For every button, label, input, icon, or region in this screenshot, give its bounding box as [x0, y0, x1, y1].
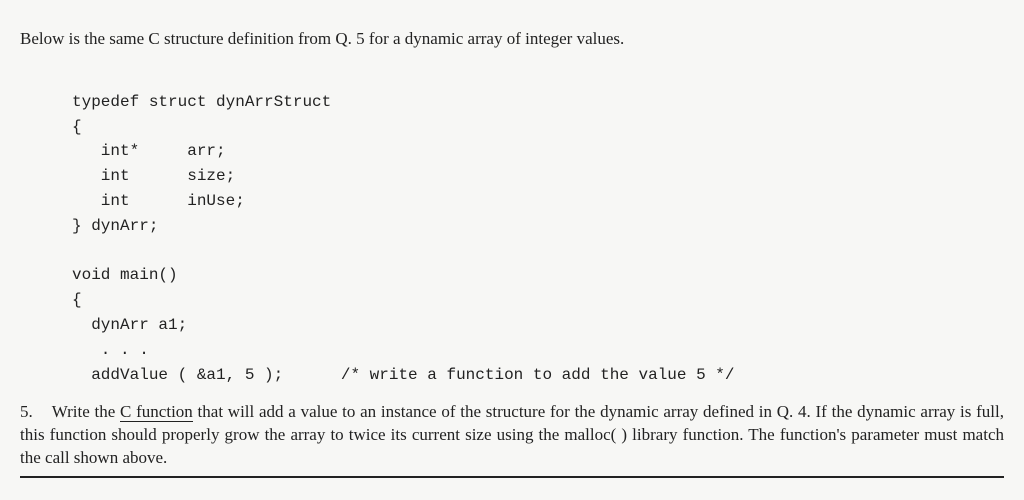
code-comment: /* write a function to add the value 5 *… — [283, 366, 734, 384]
code-line: dynArr a1; — [72, 316, 187, 334]
code-line: } dynArr; — [72, 217, 158, 235]
code-line: int size; — [72, 167, 235, 185]
question-block: 5. Write the C function that will add a … — [20, 401, 1004, 478]
code-line: void main() — [72, 266, 178, 284]
code-line: int* arr; — [72, 142, 226, 160]
code-line: typedef struct dynArrStruct — [72, 93, 331, 111]
question-underlined: C function — [120, 402, 193, 422]
code-line: . . . — [72, 341, 149, 359]
code-line: { — [72, 291, 82, 309]
code-block: typedef struct dynArrStruct { int* arr; … — [72, 65, 1004, 387]
question-text-1: Write the — [52, 402, 120, 421]
question-number: 5. — [20, 402, 33, 421]
intro-text: Below is the same C structure definition… — [20, 28, 1004, 51]
code-line: int inUse; — [72, 192, 245, 210]
code-line: { — [72, 118, 82, 136]
code-line: addValue ( &a1, 5 ); — [72, 366, 283, 384]
